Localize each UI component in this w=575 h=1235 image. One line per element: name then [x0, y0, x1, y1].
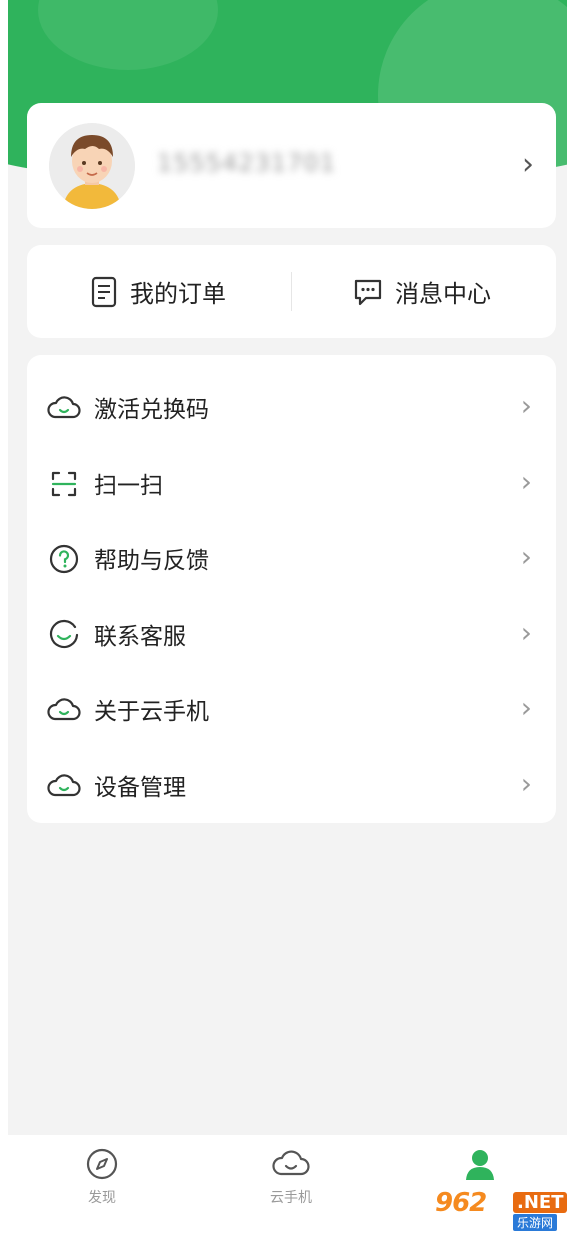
menu-item-help-feedback[interactable]: 帮助与反馈 ›	[27, 521, 556, 596]
phone-number: 15554231701	[157, 149, 336, 177]
quick-actions-card: 我的订单 消息中心	[27, 245, 556, 338]
menu-item-label: 帮助与反馈	[94, 548, 209, 574]
chevron-right-icon: ›	[520, 691, 532, 724]
chevron-right-icon[interactable]: ›	[522, 150, 534, 180]
menu-item-label: 联系客服	[94, 624, 186, 650]
message-center-label: 消息中心	[395, 280, 491, 308]
tab-discover[interactable]: 发现	[42, 1147, 162, 1207]
cloud-icon	[47, 396, 81, 419]
message-bubble-icon	[354, 279, 382, 305]
user-icon	[466, 1150, 494, 1180]
watermark-subtitle: 乐游网	[513, 1214, 558, 1231]
header-decoration	[38, 0, 218, 70]
profile-card[interactable]: 15554231701 ›	[27, 103, 556, 228]
cloud-icon	[47, 774, 81, 797]
customer-service-icon	[49, 619, 79, 649]
order-list-icon	[91, 276, 117, 307]
cloud-icon	[272, 1150, 310, 1176]
menu-card: 激活兑换码 › 扫一扫 › 帮助与反馈 › 联系客服 › 关于云手机 › 设备管…	[27, 355, 556, 823]
chevron-right-icon: ›	[520, 465, 532, 498]
chevron-right-icon: ›	[520, 767, 532, 800]
my-orders-label: 我的订单	[130, 280, 226, 308]
chevron-right-icon: ›	[520, 540, 532, 573]
scan-icon	[51, 471, 77, 497]
menu-item-label: 扫一扫	[94, 473, 163, 499]
menu-item-label: 设备管理	[94, 775, 186, 801]
message-center-button[interactable]: 消息中心	[353, 245, 491, 338]
tab-label: 发现	[88, 1190, 116, 1206]
menu-item-label: 激活兑换码	[94, 397, 209, 423]
menu-item-scan[interactable]: 扫一扫 ›	[27, 446, 556, 521]
watermark-brand: 962	[435, 1188, 487, 1218]
divider	[291, 272, 292, 311]
menu-item-about[interactable]: 关于云手机 ›	[27, 672, 556, 747]
tab-me[interactable]	[420, 1147, 540, 1187]
tab-cloud-phone[interactable]: 云手机	[231, 1147, 351, 1207]
menu-item-device-management[interactable]: 设备管理 ›	[27, 748, 556, 823]
site-watermark: 962 .NET 乐游网	[435, 1188, 570, 1231]
avatar-boy-icon	[49, 123, 135, 209]
tab-label: 云手机	[270, 1190, 312, 1206]
menu-item-label: 关于云手机	[94, 699, 209, 725]
menu-item-customer-service[interactable]: 联系客服 ›	[27, 597, 556, 672]
help-icon	[49, 544, 79, 574]
avatar[interactable]	[49, 123, 135, 209]
compass-icon	[86, 1148, 118, 1180]
menu-item-activate-code[interactable]: 激活兑换码 ›	[27, 370, 556, 445]
my-orders-button[interactable]: 我的订单	[90, 245, 226, 338]
cloud-icon	[47, 698, 81, 721]
chevron-right-icon: ›	[520, 616, 532, 649]
chevron-right-icon: ›	[520, 389, 532, 422]
watermark-net: .NET	[513, 1192, 568, 1213]
